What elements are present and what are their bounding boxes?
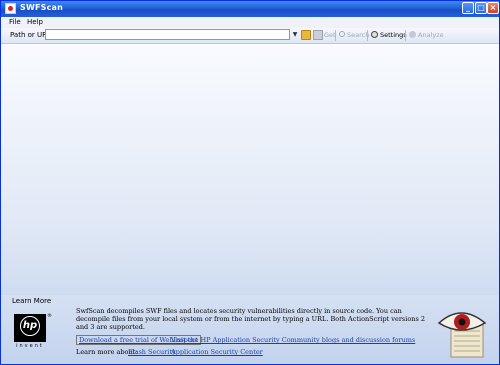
settings-button[interactable]: Settings — [380, 31, 407, 39]
hp-logo-mark: hp — [20, 316, 40, 336]
analyze-icon — [409, 31, 416, 38]
hp-tagline: invent — [16, 343, 44, 349]
analyze-button[interactable]: Analyze — [418, 31, 444, 39]
path-dropdown-icon[interactable]: ▼ — [291, 30, 299, 40]
menu-bar: File Help — [1, 17, 499, 28]
flash-security-link[interactable]: Flash Security — [128, 348, 176, 356]
path-url-input[interactable] — [45, 29, 290, 40]
asc-link[interactable]: Application Security Center — [171, 348, 263, 356]
window-title: SWFScan — [20, 3, 64, 12]
menu-help[interactable]: Help — [27, 18, 43, 26]
open-folder-icon[interactable] — [301, 30, 311, 40]
search-button[interactable]: Search — [347, 31, 369, 39]
registered-mark: ® — [47, 313, 52, 319]
maximize-button[interactable]: □ — [475, 2, 487, 14]
learn-more-panel: Learn More hp ® invent SwfScan decompile… — [1, 295, 499, 364]
toolbar-separator — [405, 30, 406, 41]
learn-more-title: Learn More — [12, 297, 52, 305]
results-area — [1, 44, 499, 295]
app-icon — [5, 3, 16, 14]
search-icon — [339, 31, 345, 37]
menu-file[interactable]: File — [9, 18, 21, 26]
stop-icon[interactable] — [313, 30, 323, 40]
hp-logo: hp — [14, 314, 46, 342]
app-window: SWFScan _ □ × File Help Path or URL: ▼ G… — [0, 0, 500, 365]
get-button[interactable]: Get — [324, 31, 336, 39]
close-button[interactable]: × — [487, 2, 499, 14]
swfscan-eye-icon — [437, 312, 487, 358]
description-text: SwfScan decompiles SWF files and locates… — [76, 307, 425, 331]
toolbar-separator — [335, 30, 336, 41]
title-bar[interactable]: SWFScan _ □ × — [1, 1, 499, 18]
toolbar-separator — [367, 30, 368, 41]
minimize-button[interactable]: _ — [462, 2, 474, 14]
toolbar: Path or URL: ▼ Get Search Settings Analy… — [1, 28, 499, 44]
community-link[interactable]: Visit the HP Application Security Commun… — [171, 336, 415, 344]
settings-gear-icon — [371, 31, 378, 38]
